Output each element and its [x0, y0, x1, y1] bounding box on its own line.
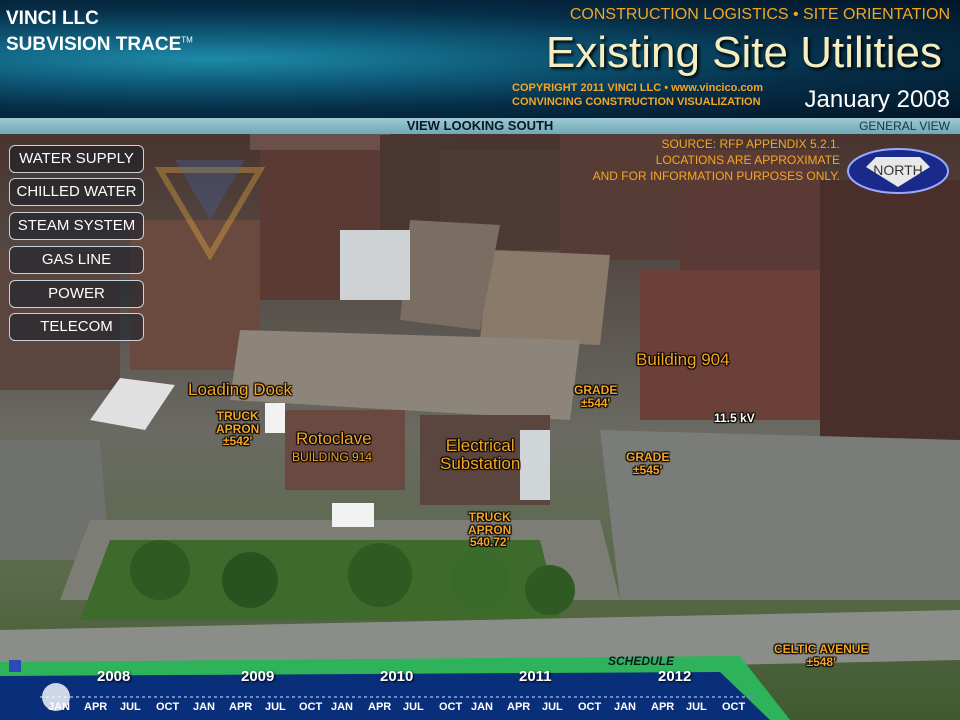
year-2008[interactable]: 2008: [97, 668, 130, 685]
year-2011[interactable]: 2011: [519, 668, 552, 685]
timeline-month[interactable]: OCT: [299, 701, 322, 713]
timeline-month[interactable]: JAN: [331, 701, 353, 713]
label-truck-apron-1-line3: ±542': [222, 434, 253, 449]
label-truck-apron-2-line1: TRUCK: [468, 510, 511, 524]
menu-power-button[interactable]: POWER: [9, 280, 144, 308]
header-banner: VINCI LLC SUBVISION TRACETM CONSTRUCTION…: [0, 0, 960, 118]
header-subtitle: CONSTRUCTION LOGISTICS • SITE ORIENTATIO…: [569, 6, 950, 23]
timeline-month[interactable]: JAN: [614, 701, 636, 713]
label-truck-apron-2: TRUCK APRON 540.72': [468, 511, 511, 549]
source-line2: LOCATIONS ARE APPROXIMATE: [655, 153, 840, 167]
label-building-904: Building 904: [636, 350, 730, 369]
timeline-month[interactable]: OCT: [156, 701, 179, 713]
label-truck-apron-1: TRUCK APRON ±542': [216, 410, 259, 448]
timeline-month[interactable]: JUL: [686, 701, 707, 713]
label-rotoclave: Rotoclave: [296, 429, 372, 448]
label-electrical-line1: Electrical: [445, 436, 515, 455]
brand-logo-text: VINCI LLC SUBVISION TRACETM: [6, 6, 193, 57]
page-title: Existing Site Utilities: [545, 28, 942, 77]
brand-line2: SUBVISION TRACETM: [6, 32, 193, 58]
vinci-watermark-icon: [155, 160, 265, 260]
timeline-month[interactable]: JAN: [48, 701, 70, 713]
label-grade-1: GRADE ±544': [574, 384, 617, 409]
label-electrical-substation: Electrical Substation: [440, 437, 520, 473]
year-2012[interactable]: 2012: [658, 668, 691, 685]
label-building-914: BUILDING 914: [292, 450, 373, 464]
header-date: January 2008: [804, 86, 950, 113]
menu-steam-system-button[interactable]: STEAM SYSTEM: [9, 212, 144, 240]
view-direction: VIEW LOOKING SOUTH: [406, 118, 554, 133]
menu-chilled-water-button[interactable]: CHILLED WATER: [9, 178, 144, 206]
north-label: NORTH: [873, 162, 923, 178]
copyright-line2: CONVINCING CONSTRUCTION VISUALIZATION: [512, 95, 761, 108]
source-line1: SOURCE: RFP APPENDIX 5.2.1.: [661, 137, 840, 151]
brand-line1: VINCI LLC: [6, 8, 99, 29]
timeline-month[interactable]: APR: [84, 701, 107, 713]
copyright-text: COPYRIGHT 2011 VINCI LLC • www.vincico.c…: [512, 82, 763, 110]
timeline-month[interactable]: OCT: [578, 701, 601, 713]
source-line3: AND FOR INFORMATION PURPOSES ONLY.: [592, 169, 840, 183]
menu-water-supply-button[interactable]: WATER SUPPLY: [9, 145, 144, 173]
timeline-month[interactable]: JUL: [120, 701, 141, 713]
year-2010[interactable]: 2010: [380, 668, 413, 685]
view-bar: VIEW LOOKING SOUTH GENERAL VIEW: [0, 118, 960, 134]
timeline-month[interactable]: APR: [651, 701, 674, 713]
label-11-5-kv: 11.5 kV: [714, 411, 755, 425]
brand-line2-text: SUBVISION TRACE: [6, 33, 182, 55]
label-grade-2-line2: ±545': [632, 462, 663, 477]
label-truck-apron-2-line3: 540.72': [469, 535, 510, 550]
timeline-month[interactable]: JUL: [542, 701, 563, 713]
menu-gas-line-button[interactable]: GAS LINE: [9, 246, 144, 274]
timeline-month[interactable]: OCT: [439, 701, 462, 713]
timeline-month[interactable]: APR: [507, 701, 530, 713]
schedule-label: SCHEDULE: [608, 654, 675, 668]
label-truck-apron-1-line1: TRUCK: [216, 409, 259, 423]
label-loading-dock: Loading Dock: [188, 380, 292, 399]
timeline-month[interactable]: OCT: [722, 701, 745, 713]
timeline-month[interactable]: APR: [368, 701, 391, 713]
timeline-month[interactable]: APR: [229, 701, 252, 713]
label-grade-1-line1: GRADE: [574, 383, 618, 397]
label-grade-1-line2: ±544': [580, 395, 611, 410]
general-view-button[interactable]: GENERAL VIEW: [859, 118, 950, 134]
timeline-month[interactable]: JUL: [265, 701, 286, 713]
timeline-month[interactable]: JAN: [193, 701, 215, 713]
label-grade-2: GRADE ±545': [626, 451, 669, 476]
menu-telecom-button[interactable]: TELECOM: [9, 313, 144, 341]
label-grade-2-line1: GRADE: [626, 450, 670, 464]
timeline-month[interactable]: JUL: [403, 701, 424, 713]
copyright-line1: COPYRIGHT 2011 VINCI LLC • www.vincico.c…: [512, 82, 764, 94]
source-note: SOURCE: RFP APPENDIX 5.2.1. LOCATIONS AR…: [593, 136, 840, 184]
brand-tm: TM: [181, 35, 193, 45]
timeline-month[interactable]: JAN: [471, 701, 493, 713]
year-2009[interactable]: 2009: [241, 668, 274, 685]
label-electrical-line2: Substation: [440, 453, 521, 473]
north-compass[interactable]: NORTH: [846, 145, 950, 195]
